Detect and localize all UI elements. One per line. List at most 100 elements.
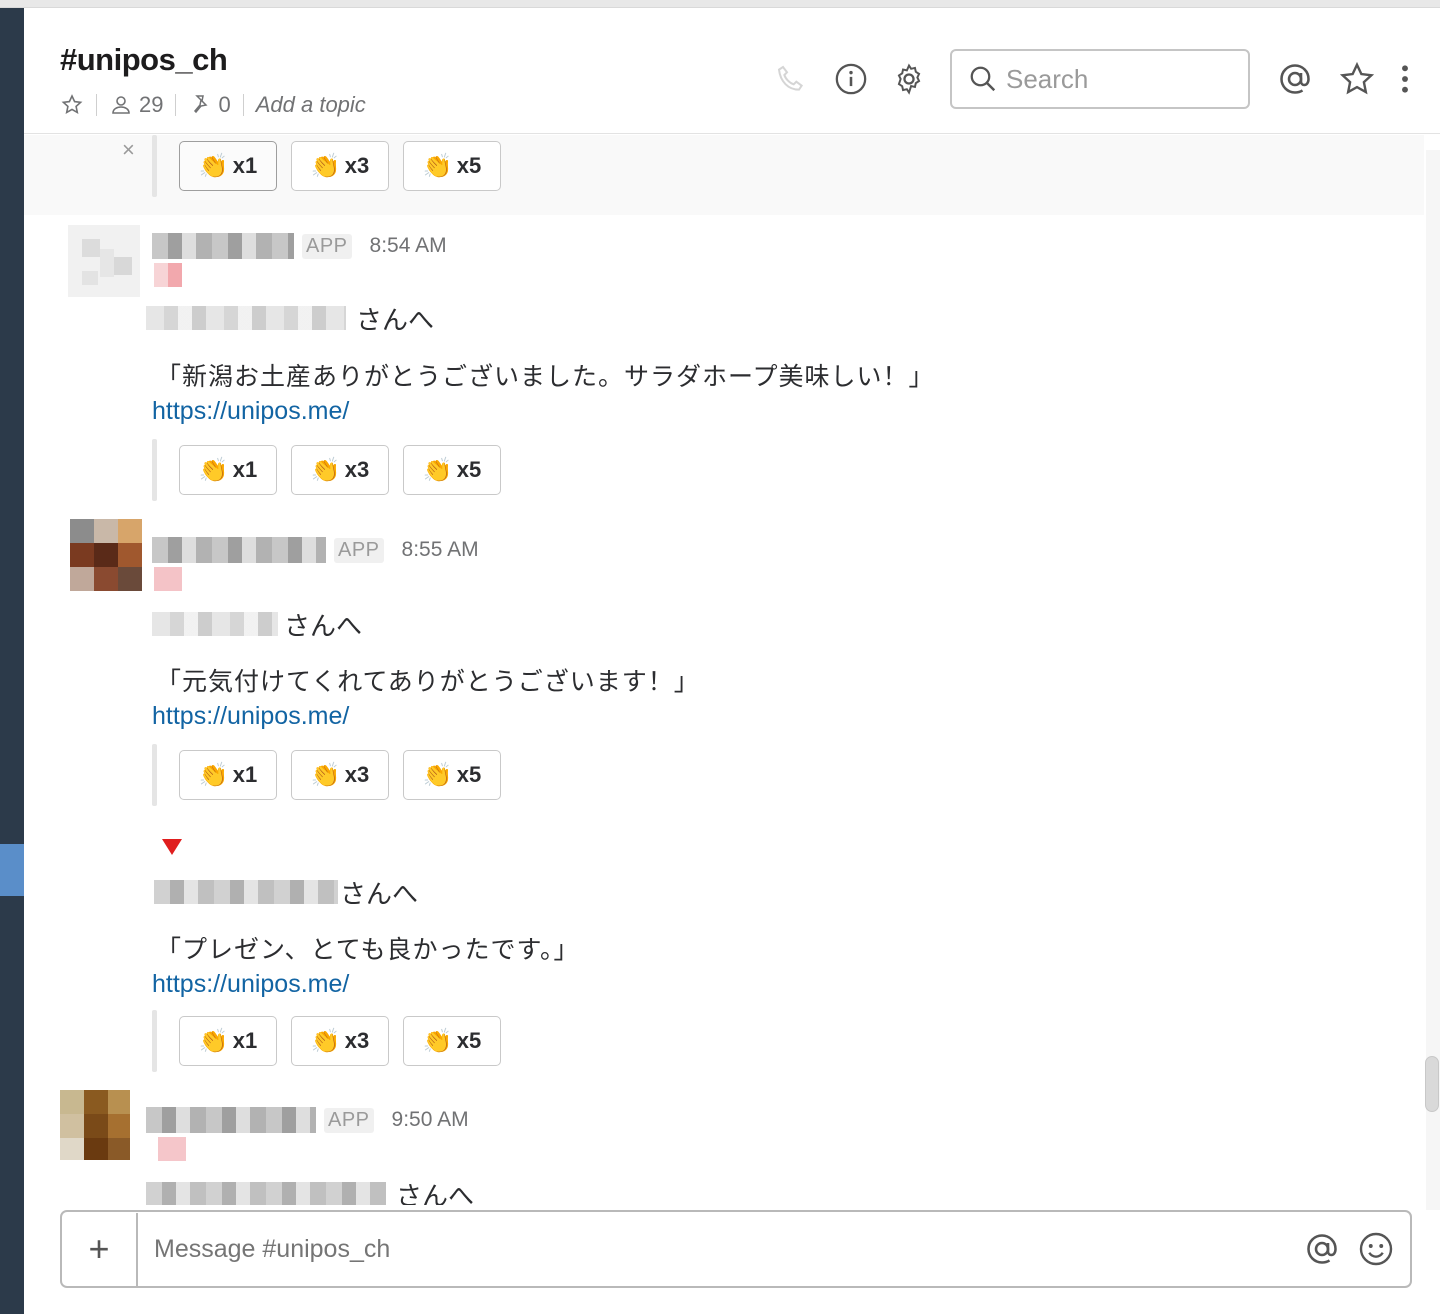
add-topic-link[interactable]: Add a topic [256, 92, 366, 118]
channel-info-button[interactable] [832, 60, 870, 98]
star-icon [61, 94, 83, 114]
clap-x3-button[interactable]: 👏 x3 [291, 445, 389, 495]
message-link[interactable]: https://unipos.me/ [152, 702, 349, 731]
message-sender-row: APP 9:50 AM [146, 1105, 469, 1135]
app-badge: APP [302, 233, 352, 259]
emoji-icon [154, 567, 182, 591]
emoji-icon [158, 1137, 186, 1161]
close-icon[interactable]: × [122, 137, 135, 163]
avatar[interactable] [70, 519, 142, 591]
avatar[interactable] [60, 1090, 130, 1160]
clap-x5-button[interactable]: 👏 x5 [403, 141, 501, 191]
message-composer: + [60, 1210, 1412, 1288]
attachment-bar [152, 744, 157, 806]
clap-icon: 👏 [198, 456, 229, 484]
clap-x5-button[interactable]: 👏 x5 [403, 1016, 501, 1066]
clap-icon: 👏 [198, 152, 229, 180]
clap-x3-button[interactable]: 👏 x3 [291, 750, 389, 800]
clap-icon: 👏 [198, 761, 229, 789]
sender-name[interactable] [152, 537, 326, 563]
mentions-button[interactable] [1276, 60, 1314, 98]
clap-x5-button[interactable]: 👏 x5 [403, 750, 501, 800]
clap-x3-button[interactable]: 👏 x3 [291, 1016, 389, 1066]
member-count-value: 29 [139, 92, 164, 117]
app-badge: APP [334, 537, 384, 563]
left-sidebar-rail [0, 8, 24, 1314]
clap-x3-button[interactable]: 👏 x3 [291, 141, 389, 191]
pinned-count[interactable]: 0 [188, 92, 231, 118]
search-input[interactable]: Search [950, 49, 1250, 109]
scrollbar-track[interactable] [1426, 150, 1440, 1210]
at-sign-icon [1280, 64, 1310, 94]
clap-button-row: 👏 x1 👏 x3 👏 x5 [152, 439, 515, 501]
channel-settings-button[interactable] [890, 60, 928, 98]
search-placeholder: Search [1006, 63, 1089, 94]
starred-items-button[interactable] [1338, 60, 1376, 98]
clap-x1-button[interactable]: 👏 x1 [179, 445, 277, 495]
attachment-bar [152, 135, 157, 197]
message-text: 「プレゼン、とても良かったです。」 [156, 936, 580, 964]
recipient-name [146, 1182, 386, 1205]
message-timestamp[interactable]: 8:55 AM [402, 538, 479, 562]
clap-icon: 👏 [422, 1027, 453, 1055]
more-options-button[interactable] [1390, 60, 1420, 98]
message-link[interactable]: https://unipos.me/ [152, 397, 349, 426]
mention-button[interactable] [1302, 1229, 1342, 1269]
recipient-line: さんへ [146, 301, 434, 335]
sender-name[interactable] [152, 233, 294, 259]
recipient-line: さんへ [146, 1177, 474, 1205]
window-top-border [0, 0, 1440, 8]
clap-x1-button[interactable]: 👏 x1 [179, 1016, 277, 1066]
message-timestamp[interactable]: 9:50 AM [392, 1108, 469, 1132]
message-text: 「元気付けてくれてありがとうございます！」 [156, 668, 700, 696]
message-sender-row: APP 8:54 AM [152, 231, 447, 261]
more-vertical-icon [1402, 65, 1408, 93]
recipient-line: さんへ [154, 875, 418, 909]
emoji-icon [154, 263, 182, 287]
clap-icon: 👏 [198, 1027, 229, 1055]
clap-button-row: 👏 x1 👏 x3 👏 x5 [152, 744, 515, 806]
channel-meta: 29 0 Add a topic [60, 90, 366, 120]
recipient-line: さんへ [152, 607, 362, 641]
clap-x1-button[interactable]: 👏 x1 [179, 750, 277, 800]
channel-header: #unipos_ch 29 0 Add a topic Search [24, 8, 1440, 134]
clap-button-row: 👏 x1 👏 x3 👏 x5 [152, 135, 515, 197]
sender-name[interactable] [146, 1107, 316, 1133]
recipient-name [146, 306, 346, 330]
clap-icon: 👏 [422, 456, 453, 484]
pinned-count-value: 0 [218, 92, 231, 117]
message-link[interactable]: https://unipos.me/ [152, 970, 349, 999]
emoji-picker-button[interactable] [1356, 1229, 1396, 1269]
search-icon [970, 66, 996, 92]
star-icon [1339, 61, 1375, 95]
info-icon [835, 63, 867, 95]
person-icon [112, 96, 130, 114]
channel-title[interactable]: #unipos_ch [60, 42, 228, 78]
message-text: 「新潟お土産ありがとうございました。サラダホープ美味しい！」 [156, 363, 935, 391]
message-timestamp[interactable]: 8:54 AM [370, 234, 447, 258]
meta-divider [242, 94, 244, 116]
clap-x1-button[interactable]: 👏 x1 [179, 141, 277, 191]
call-button[interactable] [772, 60, 810, 98]
member-count[interactable]: 29 [109, 92, 163, 118]
attach-file-button[interactable]: + [62, 1212, 138, 1286]
clap-icon: 👏 [310, 152, 341, 180]
clap-button-row: 👏 x1 👏 x3 👏 x5 [152, 1010, 515, 1072]
attachment-bar [152, 1010, 157, 1072]
recipient-name [152, 612, 278, 636]
app-badge: APP [324, 1107, 374, 1133]
meta-divider [175, 94, 177, 116]
active-channel-marker[interactable] [0, 844, 24, 896]
scrollbar-thumb[interactable] [1425, 1056, 1439, 1112]
clap-icon: 👏 [422, 152, 453, 180]
meta-divider [96, 94, 97, 116]
red-triangle-icon [162, 839, 182, 855]
pin-icon [194, 95, 209, 114]
at-sign-icon [1307, 1234, 1337, 1264]
avatar[interactable] [68, 225, 140, 297]
star-channel-button[interactable] [60, 93, 84, 117]
clap-x5-button[interactable]: 👏 x5 [403, 445, 501, 495]
header-toolbar [772, 48, 928, 110]
message-input[interactable] [138, 1234, 1302, 1264]
recipient-name [154, 880, 338, 904]
